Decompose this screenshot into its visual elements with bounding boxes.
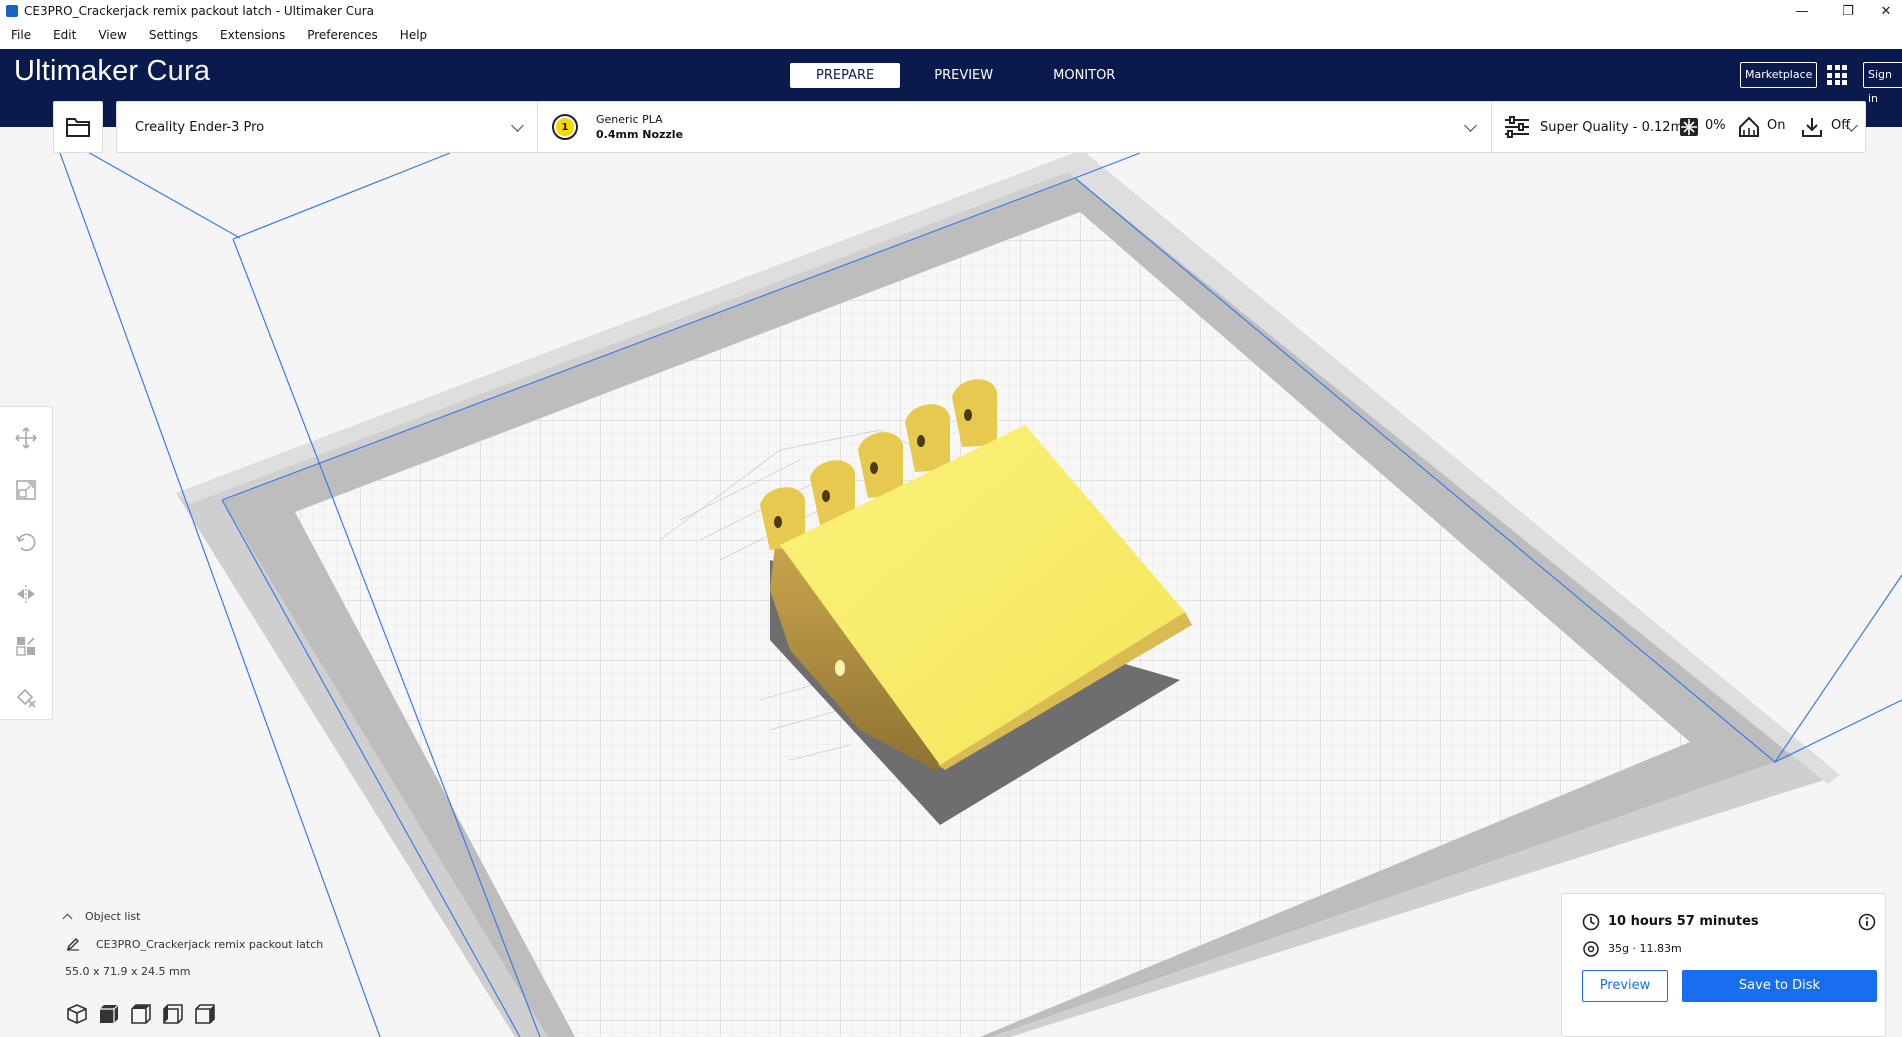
tool-panel [0, 406, 53, 720]
material-info: Generic PLA 0.4mm Nozzle [596, 112, 683, 142]
stage-tabs: PREPARE PREVIEW MONITOR [790, 63, 1149, 88]
per-model-settings-icon[interactable] [13, 633, 39, 659]
clock-icon [1582, 913, 1600, 931]
support-blocker-icon[interactable] [13, 685, 39, 711]
3d-view-icon[interactable] [66, 1003, 88, 1025]
pencil-icon [66, 938, 79, 951]
tab-prepare[interactable]: PREPARE [790, 63, 901, 88]
right-view-icon[interactable] [194, 1003, 216, 1025]
object-list-toggle[interactable]: Object list [62, 910, 323, 924]
front-view-icon[interactable] [98, 1003, 120, 1025]
sign-in-button[interactable]: Sign in [1863, 62, 1902, 105]
preview-button[interactable]: Preview [1582, 970, 1668, 1002]
logo-text-cura: Cura [146, 55, 211, 87]
marketplace-button[interactable]: Marketplace [1740, 62, 1818, 88]
chevron-up-icon [62, 913, 73, 924]
object-dimensions: 55.0 x 71.9 x 24.5 mm [65, 965, 191, 978]
apps-grid-icon[interactable] [1827, 65, 1847, 85]
extruder-number: 1 [561, 121, 569, 133]
tab-monitor[interactable]: MONITOR [1027, 63, 1141, 88]
settings-sliders-icon [1505, 116, 1529, 138]
minimize-button[interactable]: — [1779, 0, 1825, 22]
rotate-icon[interactable] [13, 529, 39, 555]
print-info-panel: 10 hours 57 minutes 35g · 11.83m Preview… [1561, 893, 1886, 1037]
maximize-button[interactable]: ❐ [1825, 0, 1871, 22]
chevron-down-icon [511, 119, 524, 132]
printer-selector[interactable]: Creality Ender-3 Pro [117, 102, 537, 152]
close-button[interactable]: ✕ [1870, 0, 1902, 22]
move-icon[interactable] [13, 425, 39, 451]
left-view-icon[interactable] [162, 1003, 184, 1025]
print-settings-selector[interactable]: Super Quality - 0.12mm 0% On Off [1492, 102, 1867, 152]
support-icon [1739, 116, 1759, 137]
print-time: 10 hours 57 minutes [1608, 914, 1759, 929]
camera-view-buttons [66, 1003, 226, 1025]
material-usage: 35g · 11.83m [1608, 942, 1682, 955]
menu-bar: File Edit View Settings Extensions Prefe… [0, 22, 1902, 49]
nozzle-size: 0.4mm Nozzle [596, 128, 684, 141]
extruder-icon: 1 [552, 114, 578, 140]
folder-icon [66, 118, 90, 137]
object-list-header: Object list [85, 910, 141, 923]
material-name: Generic PLA [596, 113, 663, 126]
object-list-item[interactable]: CE3PRO_Crackerjack remix packout latch [66, 937, 323, 951]
menu-settings[interactable]: Settings [138, 22, 209, 49]
tab-preview[interactable]: PREVIEW [908, 63, 1019, 88]
adhesion-icon [1802, 118, 1822, 137]
mirror-icon[interactable] [13, 581, 39, 607]
menu-preferences[interactable]: Preferences [296, 22, 389, 49]
cura-app-icon [6, 5, 18, 17]
printer-name: Creality Ender-3 Pro [135, 119, 265, 135]
scale-icon[interactable] [13, 477, 39, 503]
save-to-disk-button[interactable]: Save to Disk [1682, 970, 1877, 1002]
menu-extensions[interactable]: Extensions [209, 22, 296, 49]
chevron-down-icon [1464, 119, 1477, 132]
menu-view[interactable]: View [87, 22, 137, 49]
logo-text-ultimaker: Ultimaker [14, 55, 139, 87]
infill-icon [1680, 118, 1698, 136]
top-view-icon[interactable] [130, 1003, 152, 1025]
open-file-button[interactable] [53, 101, 103, 153]
window-title: CE3PRO_Crackerjack remix packout latch -… [24, 4, 374, 18]
filament-spool-icon [1583, 941, 1599, 957]
menu-edit[interactable]: Edit [42, 22, 87, 49]
object-name: CE3PRO_Crackerjack remix packout latch [96, 937, 324, 951]
menu-file[interactable]: File [0, 22, 42, 49]
object-list-panel: Object list CE3PRO_Crackerjack remix pac… [58, 910, 323, 978]
ultimaker-cura-logo: Ultimaker Cura [14, 55, 210, 88]
support-value: On [1767, 118, 1786, 133]
quality-profile: Super Quality - 0.12mm [1540, 119, 1696, 135]
title-bar: CE3PRO_Crackerjack remix packout latch -… [0, 0, 1902, 22]
material-selector[interactable]: 1 Generic PLA 0.4mm Nozzle [538, 102, 1491, 152]
info-icon[interactable] [1858, 913, 1876, 931]
print-setup-toolbar: Creality Ender-3 Pro 1 Generic PLA 0.4mm… [116, 101, 1866, 153]
menu-help[interactable]: Help [389, 22, 438, 49]
infill-value: 0% [1705, 118, 1726, 133]
